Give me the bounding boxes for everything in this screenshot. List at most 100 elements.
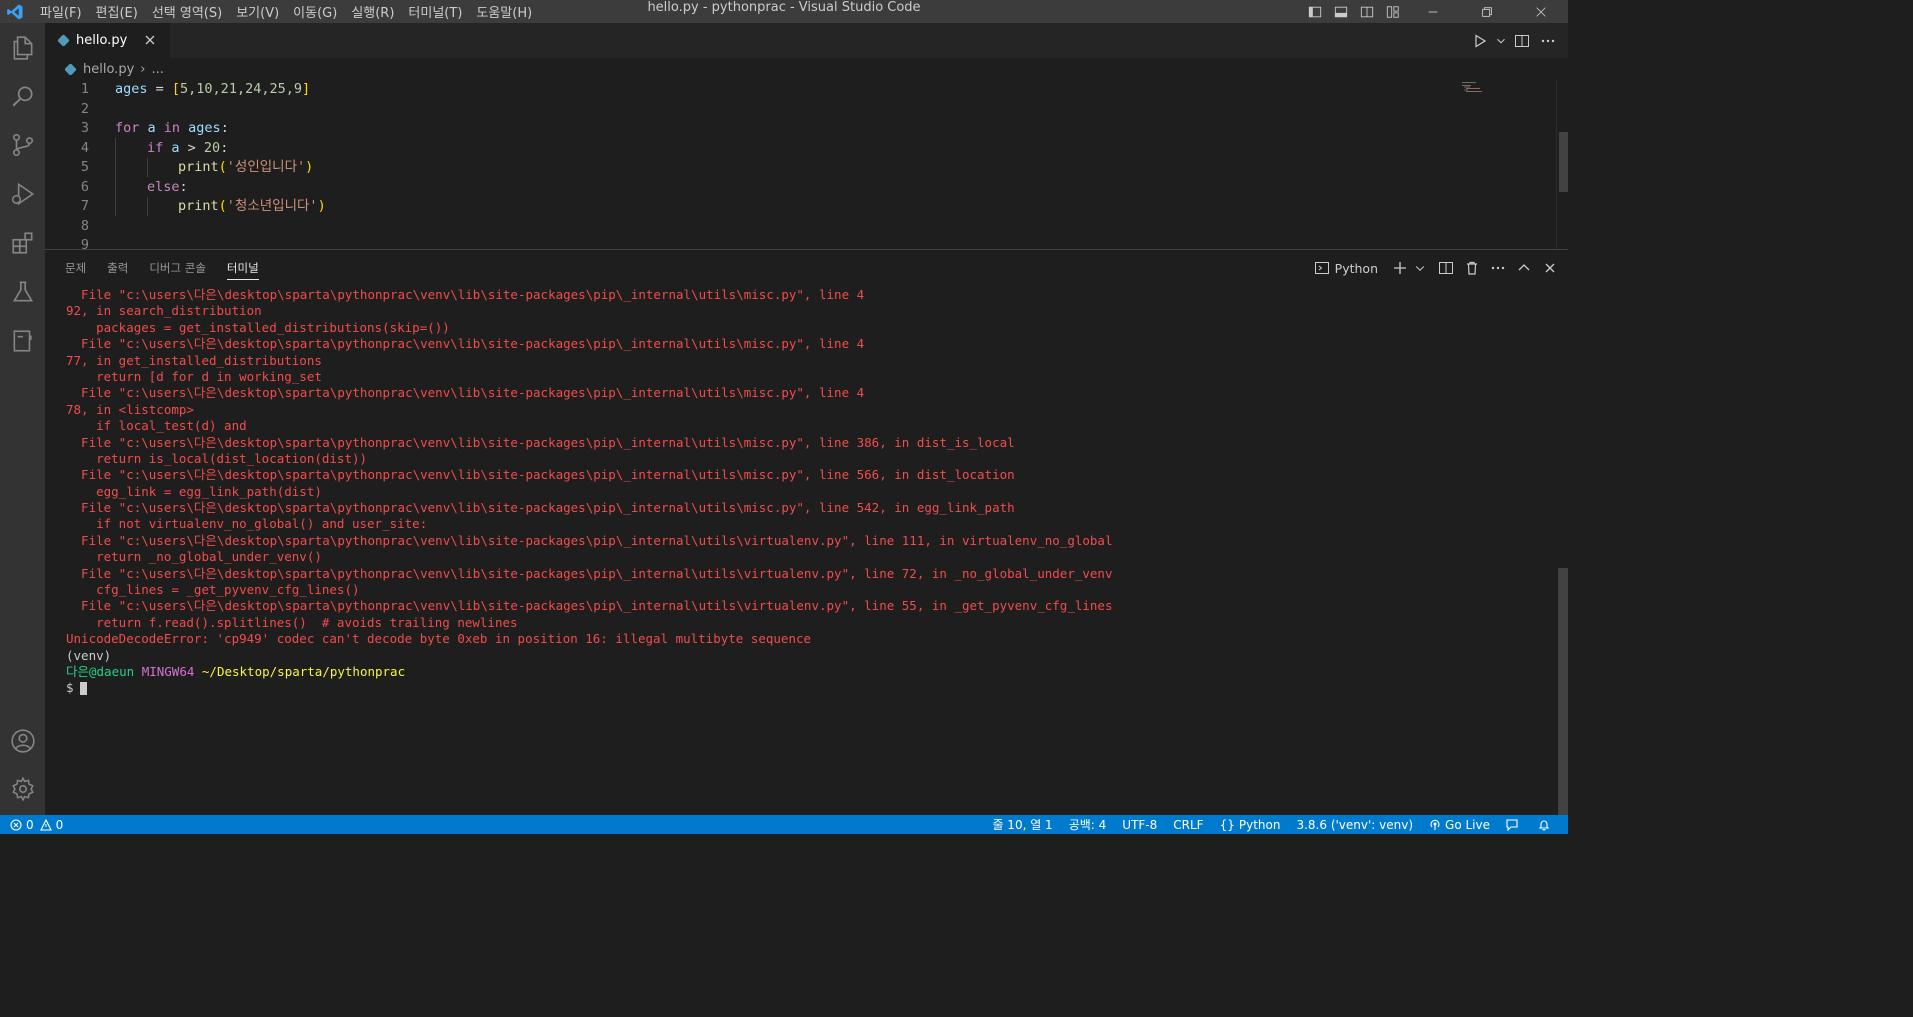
split-terminal-icon bbox=[1439, 262, 1453, 274]
breadcrumb-symbols[interactable]: ... bbox=[151, 62, 163, 77]
restore-button[interactable] bbox=[1460, 0, 1514, 23]
menu-help[interactable]: 도움말(H) bbox=[476, 2, 532, 21]
search-icon bbox=[12, 86, 33, 107]
accounts-button[interactable] bbox=[0, 720, 45, 762]
menu-go[interactable]: 이동(G) bbox=[293, 2, 337, 21]
menu-bar: 파일(F) 편집(E) 선택 영역(S) 보기(V) 이동(G) 실행(R) 터… bbox=[40, 0, 546, 23]
toggle-secondary-sidebar-button[interactable] bbox=[1354, 0, 1380, 23]
token: ) bbox=[317, 198, 326, 214]
code-line: 1 ages = [5,10,21,24,25,9] bbox=[45, 80, 1545, 100]
scrollbar-thumb[interactable] bbox=[1559, 132, 1568, 192]
editor-scrollbar[interactable] bbox=[1556, 80, 1568, 249]
tab-hello-py[interactable]: hello.py bbox=[45, 23, 170, 58]
token: a bbox=[163, 139, 188, 156]
tab-terminal[interactable]: 터미널 bbox=[226, 250, 259, 286]
launch-profile-dropdown[interactable] bbox=[1410, 256, 1430, 280]
terminal-line: File "c:\users\다은\desktop\sparta\pythonp… bbox=[66, 598, 1113, 614]
terminal-line: File "c:\users\다은\desktop\sparta\pythonp… bbox=[66, 532, 1113, 548]
python-file-icon bbox=[64, 62, 77, 76]
menu-view[interactable]: 보기(V) bbox=[236, 2, 279, 21]
terminal-line: return _no_global_under_venv() bbox=[66, 549, 322, 565]
status-right: 줄 10, 열 1 공백: 4 UTF-8 CRLF {} Python 3.8.… bbox=[976, 815, 1554, 834]
layout-grid-icon bbox=[1386, 5, 1399, 18]
encoding[interactable]: UTF-8 bbox=[1122, 818, 1157, 832]
testing-icon bbox=[12, 281, 33, 302]
token: : bbox=[220, 139, 229, 156]
ellipsis-icon bbox=[1541, 39, 1555, 42]
token: ] bbox=[301, 81, 311, 97]
terminal-line: File "c:\users\다은\desktop\sparta\pythonp… bbox=[66, 434, 1015, 450]
menu-terminal[interactable]: 터미널(T) bbox=[408, 2, 462, 21]
title-bar: 파일(F) 편집(E) 선택 영역(S) 보기(V) 이동(G) 실행(R) 터… bbox=[0, 0, 1568, 23]
run-options-dropdown[interactable] bbox=[1494, 29, 1508, 53]
maximize-panel-button[interactable] bbox=[1514, 256, 1534, 280]
close-tab-icon[interactable] bbox=[142, 32, 158, 48]
play-icon bbox=[1475, 33, 1487, 48]
python-interpreter[interactable]: 3.8.6 ('venv': venv) bbox=[1296, 818, 1413, 832]
indentation[interactable]: 공백: 4 bbox=[1069, 816, 1107, 833]
tab-problems[interactable]: 문제 bbox=[65, 250, 86, 286]
menu-selection[interactable]: 선택 영역(S) bbox=[152, 2, 222, 21]
source-control-button[interactable] bbox=[0, 124, 45, 166]
code-editor[interactable]: 1 ages = [5,10,21,24,25,9] 2 3 for a in … bbox=[45, 80, 1568, 249]
command-line[interactable]: $ bbox=[66, 680, 1546, 696]
menu-run[interactable]: 실행(R) bbox=[351, 2, 394, 21]
minimap[interactable] bbox=[1462, 82, 1486, 92]
tab-debug-console[interactable]: 디버그 콘솔 bbox=[149, 250, 206, 286]
split-terminal-button[interactable] bbox=[1436, 256, 1456, 280]
tab-output[interactable]: 출력 bbox=[107, 250, 128, 286]
more-actions-button[interactable] bbox=[1536, 29, 1560, 53]
language-mode[interactable]: {} Python bbox=[1220, 818, 1281, 832]
testing-button[interactable] bbox=[0, 271, 45, 313]
warning-count: 0 bbox=[55, 817, 64, 832]
terminal-more-actions-button[interactable] bbox=[1488, 256, 1508, 280]
terminal-line: 92, in search_distribution bbox=[66, 303, 262, 319]
close-window-button[interactable] bbox=[1514, 0, 1568, 23]
menu-file[interactable]: 파일(F) bbox=[40, 2, 82, 21]
token: > bbox=[187, 139, 204, 156]
notifications-button[interactable] bbox=[1538, 819, 1554, 831]
run-debug-button[interactable] bbox=[0, 173, 45, 215]
line-number: 3 bbox=[80, 120, 89, 136]
trash-icon bbox=[1467, 261, 1477, 275]
close-panel-button[interactable] bbox=[1540, 256, 1560, 280]
toggle-primary-sidebar-button[interactable] bbox=[1302, 0, 1328, 23]
end-of-line[interactable]: CRLF bbox=[1173, 818, 1203, 832]
run-python-file-button[interactable] bbox=[1468, 29, 1492, 53]
tab-label: hello.py bbox=[76, 33, 128, 48]
line-number: 9 bbox=[80, 237, 89, 249]
line-content: print('청소년입니다') bbox=[178, 197, 326, 217]
panel-tabs: 문제 출력 디버그 콘솔 터미널 bbox=[65, 250, 280, 286]
restore-icon bbox=[1482, 6, 1492, 17]
manage-button[interactable] bbox=[0, 768, 45, 810]
search-button[interactable] bbox=[0, 75, 45, 117]
error-icon bbox=[10, 818, 22, 831]
problems-status[interactable]: 0 0 bbox=[10, 815, 63, 834]
cursor-position[interactable]: 줄 10, 열 1 bbox=[992, 816, 1052, 833]
feedback-button[interactable] bbox=[1506, 818, 1522, 831]
extensions-button[interactable] bbox=[0, 222, 45, 264]
terminal-line: File "c:\users\다은\desktop\sparta\pythonp… bbox=[66, 467, 1015, 483]
vscode-logo-icon bbox=[7, 4, 23, 20]
split-editor-button[interactable] bbox=[1510, 29, 1534, 53]
terminal-output[interactable]: File "c:\users\다은\desktop\sparta\pythonp… bbox=[66, 287, 1546, 697]
terminal-profile-selector[interactable]: Python bbox=[1314, 256, 1378, 280]
prompt-user: 다은@daeun bbox=[66, 663, 135, 679]
code-line: 5 print('성인입니다') bbox=[45, 158, 1545, 178]
remote-explorer-button[interactable] bbox=[0, 320, 45, 362]
terminal-scrollbar-thumb[interactable] bbox=[1558, 568, 1568, 816]
layout-panel-icon bbox=[1334, 6, 1348, 17]
menu-edit[interactable]: 편집(E) bbox=[96, 2, 138, 21]
toggle-panel-button[interactable] bbox=[1328, 0, 1354, 23]
kill-terminal-button[interactable] bbox=[1462, 256, 1482, 280]
go-live-button[interactable]: Go Live bbox=[1429, 818, 1490, 832]
chevron-down-icon bbox=[1497, 38, 1505, 43]
venv-indicator: (venv) bbox=[66, 647, 112, 663]
explorer-button[interactable] bbox=[0, 27, 45, 69]
customize-layout-button[interactable] bbox=[1380, 0, 1406, 23]
new-terminal-button[interactable] bbox=[1390, 256, 1410, 280]
token: ages bbox=[115, 81, 148, 97]
breadcrumb-file[interactable]: hello.py bbox=[83, 62, 134, 77]
shell-prompt: 다은@daeun MINGW64 ~/Desktop/sparta/python… bbox=[66, 664, 1546, 680]
minimize-button[interactable] bbox=[1406, 0, 1460, 23]
